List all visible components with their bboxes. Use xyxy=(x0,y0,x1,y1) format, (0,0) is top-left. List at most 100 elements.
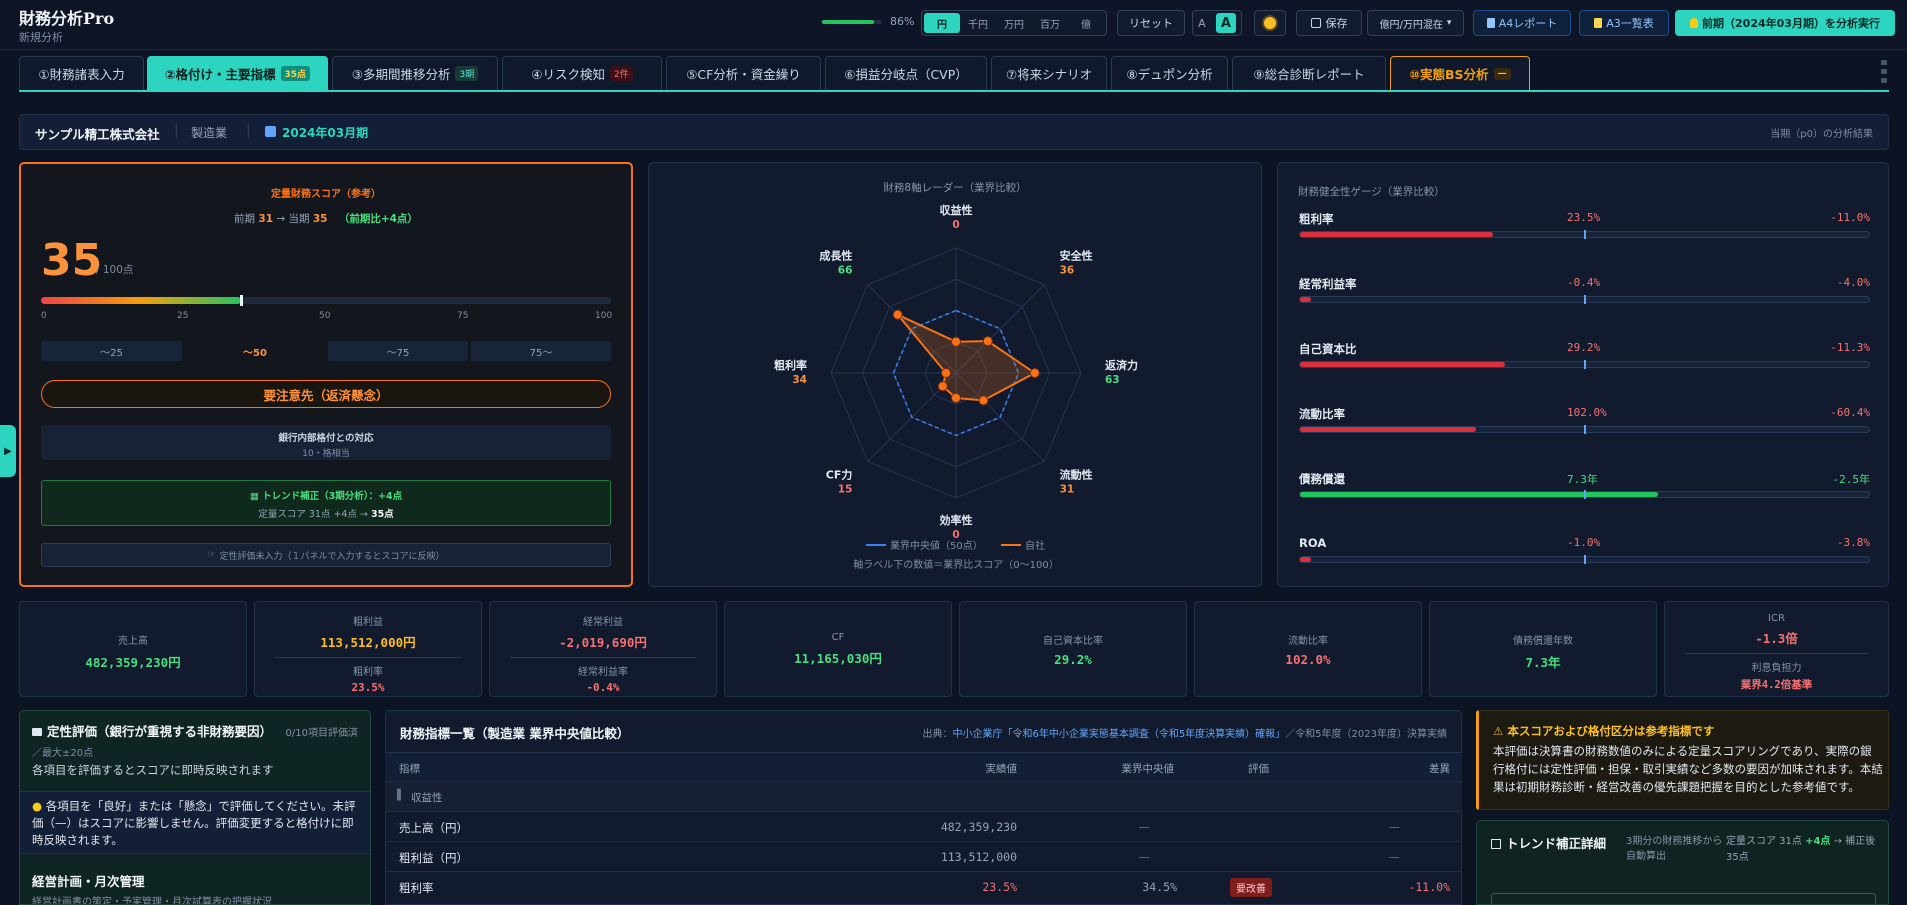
trend-adjust-detail: 定量スコア 31点 +4点 → 35点 xyxy=(42,506,610,520)
row-median: — xyxy=(1138,820,1151,834)
a4-report-button[interactable]: A4レポート xyxy=(1473,10,1571,36)
unit-option-hundred-million[interactable]: 億 xyxy=(1068,13,1104,33)
radar-axis-score: 0 xyxy=(952,219,959,231)
radar-self-point xyxy=(951,336,961,347)
kpi-value: -2,019,690円 xyxy=(559,635,647,650)
tab-label: ⑥損益分岐点（CVP） xyxy=(844,67,968,82)
side-panel-toggle[interactable]: ▶ xyxy=(0,425,16,477)
source-link[interactable]: 中小企業庁「令和6年中小企業実態基本調査（令和5年度決算実績）確報」 xyxy=(952,729,1285,740)
trend-detail-summary: 定量スコア 31点 +4点 → 補正後 35点 xyxy=(1726,834,1886,866)
radar-axis-score: 66 xyxy=(838,264,853,276)
radar-self-point xyxy=(941,368,951,378)
column-header: 指標 xyxy=(399,763,420,775)
a3-table-button[interactable]: A3一覧表 xyxy=(1579,10,1669,36)
kpi-label: CF xyxy=(831,632,845,643)
gauge-row: 経常利益率 -0.4% -4.0% xyxy=(1299,276,1870,316)
radar-axis-label: 収益性 xyxy=(940,203,973,217)
app-subtitle: 新規分析 xyxy=(19,31,63,44)
kpi-debt-repayment: 債務償還年数 7.3年 xyxy=(1429,601,1657,697)
tab-risk-detection[interactable]: ④リスク検知 2件 xyxy=(502,56,662,90)
font-small-button[interactable]: A xyxy=(1198,17,1206,30)
row-name: 売上高（円） xyxy=(399,821,468,835)
row-actual: 23.5% xyxy=(982,880,1017,894)
radar-self-point xyxy=(951,393,961,403)
group-label: 収益性 xyxy=(411,792,443,804)
font-large-button[interactable]: A xyxy=(1215,13,1236,33)
bank-rating-value: 10・格相当 xyxy=(302,449,350,459)
kpi-value: 29.2% xyxy=(1054,652,1092,667)
tabs-scroll-handle[interactable] xyxy=(1881,60,1887,86)
unit-option-thousand[interactable]: 千円 xyxy=(960,13,996,33)
tab-label: ⑨総合診断レポート xyxy=(1253,67,1365,82)
unit-option-ten-thousand[interactable]: 万円 xyxy=(996,13,1032,33)
tab-diagnosis-report[interactable]: ⑨総合診断レポート xyxy=(1232,56,1386,90)
gauge-fill xyxy=(1300,362,1505,367)
document-icon xyxy=(1486,18,1495,28)
trend-detail-box xyxy=(1491,893,1876,904)
kpi-label: 流動比率 xyxy=(1288,636,1328,647)
kpi-label: 経常利益 xyxy=(583,617,623,628)
fiscal-period: 2024年03月期 xyxy=(282,126,369,140)
radar-footnote: 軸ラベル下の数値＝業界比スコア（0〜100） xyxy=(853,558,1058,571)
gauge-fill xyxy=(1300,557,1312,562)
lightbulb-icon xyxy=(1690,18,1699,28)
kpi-value: 482,359,230円 xyxy=(85,655,181,670)
gauge-value: 23.5% xyxy=(1567,211,1601,224)
qualitative-note[interactable]: ☞ 定性評価未入力（１パネルで入力するとスコアに反映） xyxy=(41,543,611,567)
tab-cf-analysis[interactable]: ⑤CF分析・資金繰り xyxy=(666,56,821,90)
trend-detail-panel: トレンド補正詳細 3期分の財務推移から自動算出 定量スコア 31点 +4点 → … xyxy=(1476,820,1889,905)
qualitative-note-text: 定性評価未入力（１パネルで入力するとスコアに反映） xyxy=(219,551,445,562)
qualitative-title-text: 定性評価（銀行が重視する非財務要因） xyxy=(47,724,273,739)
unit-option-million[interactable]: 百万 xyxy=(1032,13,1068,33)
tab-label: ⑧デュポン分析 xyxy=(1126,67,1213,82)
run-analysis-button[interactable]: 前期（2024年03月期）を分析実行 xyxy=(1675,10,1895,36)
tab-actual-bs[interactable]: ⑩実態BS分析 — xyxy=(1390,56,1530,90)
tab-dupont[interactable]: ⑧デュポン分析 xyxy=(1111,56,1228,90)
trend-adjust-formula: 定量スコア 31点 +4点 → xyxy=(258,509,371,520)
kpi-value: 7.3年 xyxy=(1525,655,1561,670)
reset-button[interactable]: リセット xyxy=(1117,10,1185,36)
analysis-scope-note: 当期（p0）の分析結果 xyxy=(1770,129,1873,140)
row-median: 34.5% xyxy=(1142,880,1177,894)
tab-financial-input[interactable]: ①財務諸表入力 xyxy=(19,56,144,90)
kpi-sub-value: 23.5% xyxy=(351,681,385,694)
gauge-median-marker xyxy=(1584,360,1586,369)
kpi-label: 自己資本比率 xyxy=(1043,636,1103,647)
radar-self-point xyxy=(937,381,948,392)
save-icon xyxy=(1310,18,1321,28)
curr-score: 35 xyxy=(312,213,328,225)
radar-panel: 財務8軸レーダー（業界比較） 収益性 0 安全性 36 返済力 63 流動性 31 効率性 0 CF… xyxy=(648,162,1262,587)
kpi-value: 11,165,030円 xyxy=(794,651,882,666)
tab-cvp[interactable]: ⑥損益分岐点（CVP） xyxy=(825,56,987,90)
trend-adjust-title-text: トレンド補正（3期分析）：+4点 xyxy=(262,491,403,502)
tab-multi-period[interactable]: ③多期間推移分析 3期 xyxy=(332,56,498,90)
column-header: 業界中央値 xyxy=(1121,763,1175,775)
display-mode-select[interactable]: 億円/万円混在 ▾ xyxy=(1367,10,1464,36)
qualitative-panel: 定性評価（銀行が重視する非財務要因） 0/10項目評価済 ／最大±20点 各項目… xyxy=(19,710,371,905)
kpi-value: 113,512,000円 xyxy=(320,635,416,650)
industry-label: 製造業 xyxy=(191,126,228,140)
theme-toggle-button[interactable] xyxy=(1254,10,1286,36)
qualitative-instruction-text: 各項目を「良好」または「懸念」で評価してください。未評価（—）はスコアに影響しま… xyxy=(32,799,356,847)
score-comparison: 前期 31 → 当期 35 （前期比+4点） xyxy=(21,211,631,226)
column-header: 実績値 xyxy=(985,763,1018,775)
scale-tick: 0 xyxy=(41,311,47,321)
radar-chart: 収益性 0 安全性 36 返済力 63 流動性 31 効率性 0 CF力 15 粗利率 34 成長性 66 業界… xyxy=(774,203,1138,571)
qualitative-section-desc: 経営計画書の策定・予実管理・月次試算表の把握状況 xyxy=(32,897,272,905)
tab-rating[interactable]: ②格付け・主要指標 35点 xyxy=(147,56,328,90)
tab-badge: 3期 xyxy=(455,66,479,81)
gauge-title: 財務健全性ゲージ（業界比較） xyxy=(1298,186,1445,198)
radar-axis-score: 15 xyxy=(838,484,853,496)
source-suffix: ／令和5年度（2023年度）決算実績 xyxy=(1285,729,1447,740)
tab-label: ②格付け・主要指標 xyxy=(164,67,276,82)
trend-detail-title-text: トレンド補正詳細 xyxy=(1506,836,1607,851)
tab-future-scenario[interactable]: ⑦将来シナリオ xyxy=(991,56,1107,90)
save-button[interactable]: 保存 xyxy=(1296,10,1362,36)
kpi-cf: CF 11,165,030円 xyxy=(724,601,952,697)
gauge-diff: -60.4% xyxy=(1830,406,1870,419)
trend-adjust-result: 35点 xyxy=(370,509,394,520)
company-name: サンプル精工株式会社 xyxy=(35,127,160,142)
kpi-sub-label: 粗利率 xyxy=(353,667,383,678)
unit-option-yen[interactable]: 円 xyxy=(924,13,960,33)
qualitative-count: 0/10項目評価済 xyxy=(285,728,358,739)
